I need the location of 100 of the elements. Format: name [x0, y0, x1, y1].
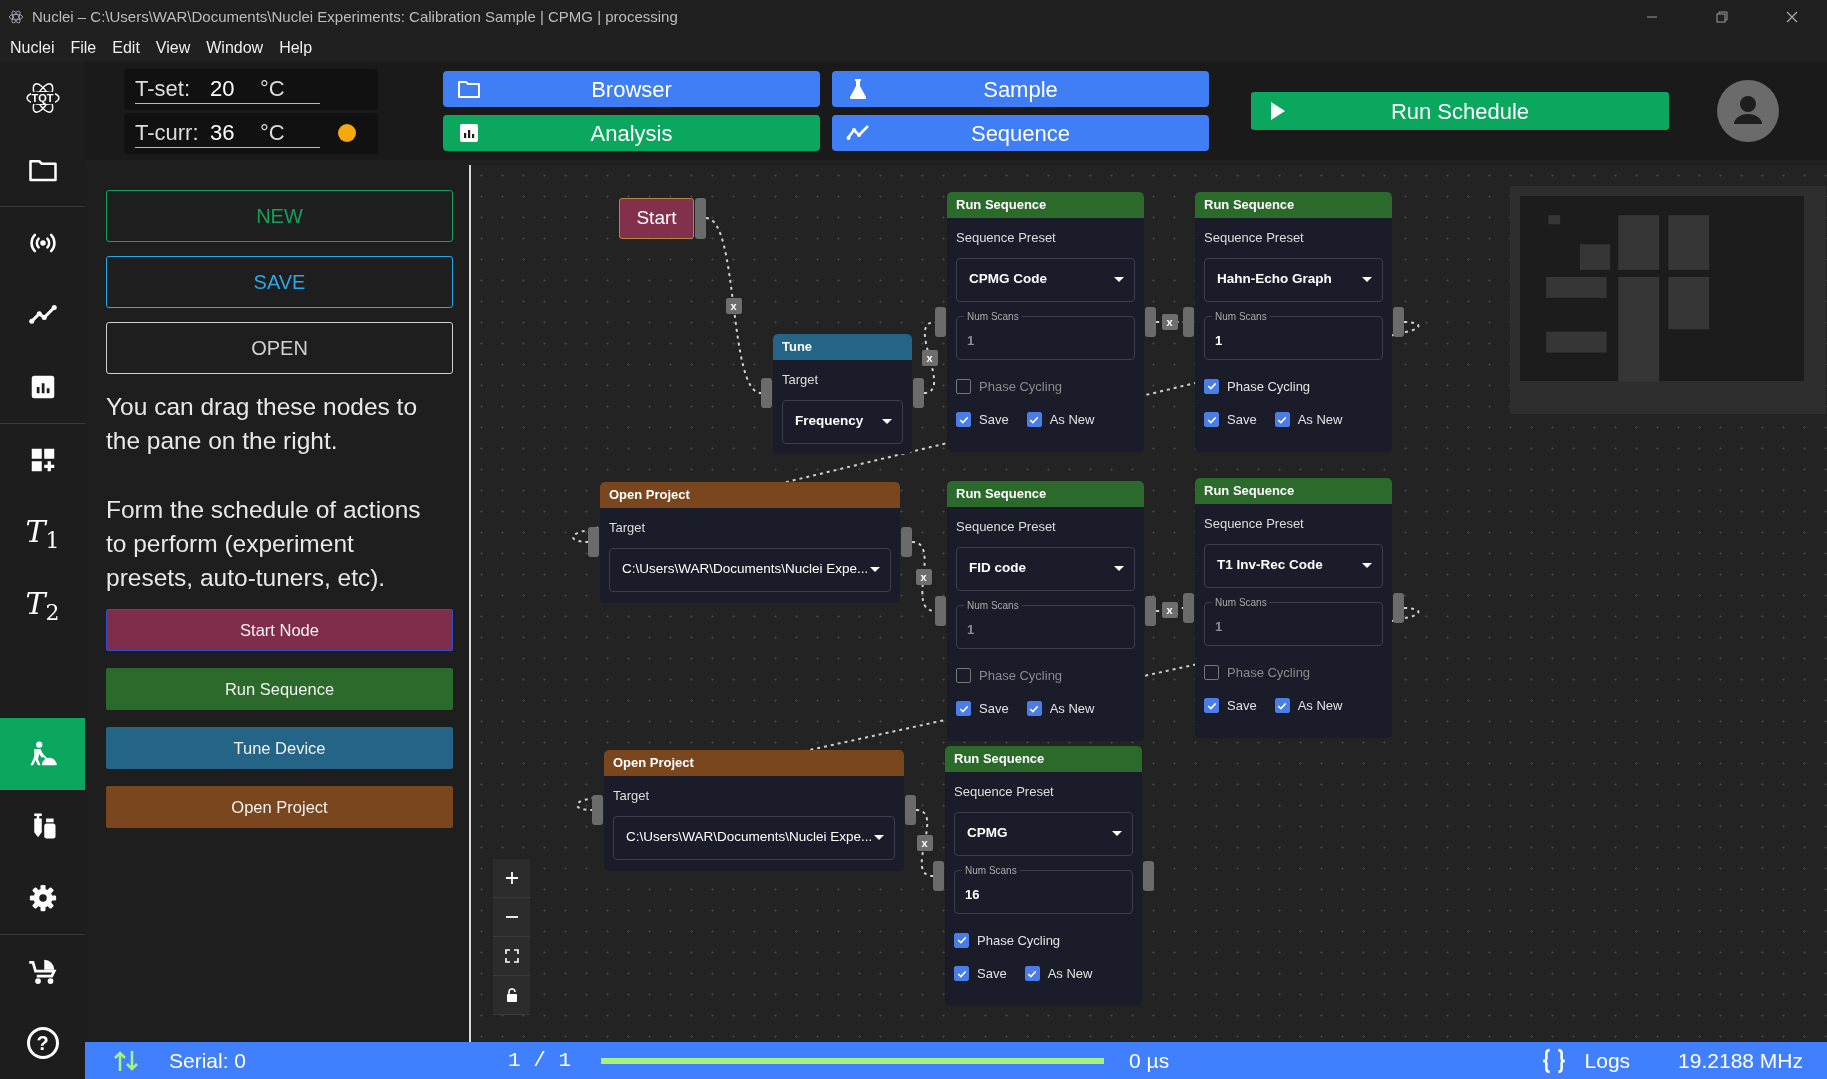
nav-button[interactable]: Sample — [832, 71, 1209, 107]
help-text: You can drag these nodes to the pane on the right. — [106, 392, 419, 456]
caret-icon — [882, 419, 892, 424]
open-button[interactable]: OPEN — [106, 322, 453, 374]
connection-handle[interactable] — [913, 378, 924, 408]
checkbox[interactable] — [1274, 698, 1290, 714]
target-dropdown[interactable]: C:\Users\WAR\Documents\Nuclei Expe... — [613, 815, 895, 860]
connection-handle[interactable] — [935, 596, 946, 626]
app-icon — [8, 9, 24, 25]
nav-button[interactable]: Sequence — [832, 115, 1209, 151]
help-text: Form the schedule of actions to perform (experiment presets, auto-tuners, etc). — [106, 495, 422, 593]
node-palette-button[interactable]: Open Project — [106, 786, 453, 828]
menu-item[interactable]: Help — [271, 36, 321, 60]
connection-handle[interactable] — [1143, 861, 1154, 891]
node-palette-button[interactable]: Start Node — [106, 609, 453, 651]
menu-item[interactable]: View — [147, 36, 199, 60]
connection-handle[interactable] — [1183, 593, 1194, 623]
remove-connector-button[interactable]: x — [1161, 601, 1178, 618]
checkbox[interactable] — [1026, 701, 1042, 717]
serial-status: Serial: 0 — [169, 1047, 247, 1074]
connection-handle[interactable] — [1183, 307, 1194, 337]
num-scans-input[interactable]: 16 — [965, 879, 1122, 909]
rail-item[interactable]: ? — [0, 1007, 85, 1079]
connection-handle[interactable] — [935, 307, 946, 337]
logs-button[interactable]: Logs — [1584, 1044, 1631, 1077]
new-button[interactable]: NEW — [106, 190, 453, 242]
num-scans-field[interactable]: Num Scans 1 — [1204, 597, 1383, 646]
braces-icon[interactable] — [1540, 1047, 1567, 1074]
num-scans-input[interactable]: 1 — [1215, 325, 1372, 355]
connection-handle[interactable] — [588, 527, 599, 557]
logo-text: TQT — [30, 92, 55, 104]
num-scans-input[interactable]: 1 — [1215, 611, 1372, 641]
checkbox[interactable] — [1274, 412, 1290, 428]
menu-item[interactable]: Window — [198, 36, 272, 60]
floating-label: Num Scans — [966, 311, 1020, 322]
menu-item[interactable]: File — [62, 36, 105, 60]
field-label: Sequence Preset — [956, 518, 1056, 536]
field-label: Target — [609, 519, 646, 537]
nav-button[interactable]: Browser — [443, 71, 820, 107]
preset-dropdown[interactable]: CPMG Code — [956, 257, 1135, 302]
close-icon — [1784, 9, 1800, 25]
avatar-icon[interactable] — [1717, 80, 1779, 142]
connection-handle[interactable] — [592, 795, 603, 825]
rail-item[interactable]: T$_{1}$ — [0, 496, 85, 568]
checkbox[interactable] — [956, 412, 971, 428]
num-scans-field[interactable]: Num Scans 1 — [956, 600, 1135, 649]
num-scans-input[interactable]: 1 — [967, 614, 1124, 644]
connection-handle[interactable] — [1393, 593, 1404, 623]
preset-dropdown[interactable]: T1 Inv-Rec Code — [1204, 543, 1383, 588]
connection-handle[interactable] — [1145, 596, 1156, 626]
connection-handle[interactable] — [761, 378, 772, 408]
remove-connector-button[interactable]: x — [921, 349, 938, 366]
remove-connector-button[interactable]: x — [725, 297, 742, 314]
checkbox[interactable] — [1204, 664, 1219, 680]
connection-handle[interactable] — [1393, 307, 1404, 337]
checkbox[interactable] — [954, 932, 969, 948]
target-dropdown[interactable]: C:\Users\WAR\Documents\Nuclei Expe... — [609, 547, 891, 592]
connection-handle[interactable] — [1145, 307, 1156, 337]
checkbox[interactable] — [956, 667, 971, 683]
num-scans-field[interactable]: Num Scans 1 — [1204, 311, 1383, 360]
temperature-value[interactable]: 36 — [210, 116, 260, 149]
caret-icon — [1362, 563, 1372, 568]
fullscreen-icon — [503, 948, 520, 964]
checkbox-label: Phase Cycling — [1227, 377, 1311, 396]
floating-label: Num Scans — [964, 865, 1018, 876]
preset-dropdown[interactable]: CPMG — [954, 811, 1133, 856]
checkbox[interactable] — [956, 701, 971, 717]
rail-item[interactable]: T$_{2}$ — [0, 568, 85, 640]
num-scans-field[interactable]: Num Scans 1 — [956, 311, 1135, 360]
connection-handle[interactable] — [905, 795, 916, 825]
preset-dropdown[interactable]: Hahn-Echo Graph — [1204, 257, 1383, 302]
checkbox[interactable] — [1204, 412, 1219, 428]
connection-handle[interactable] — [901, 527, 912, 557]
num-scans-field[interactable]: Num Scans 16 — [954, 865, 1133, 914]
checkbox[interactable] — [954, 966, 969, 982]
temperature-value[interactable]: 20 — [210, 72, 260, 105]
start-node[interactable]: Start — [619, 198, 694, 239]
node-palette-button[interactable]: Tune Device — [106, 727, 453, 769]
node-palette-button[interactable]: Run Sequence — [106, 668, 453, 710]
checkbox[interactable] — [956, 378, 971, 394]
connection-handle[interactable] — [695, 198, 706, 239]
bar-chart-icon — [457, 121, 481, 145]
remove-connector-button[interactable]: x — [1161, 314, 1178, 330]
checkbox[interactable] — [1204, 378, 1219, 394]
preset-dropdown[interactable]: FID code — [956, 546, 1135, 591]
caret-icon — [870, 567, 880, 572]
checkbox[interactable] — [1204, 698, 1219, 714]
checkbox[interactable] — [1026, 412, 1042, 428]
checkbox[interactable] — [1024, 966, 1040, 982]
connection-handle[interactable] — [933, 861, 944, 891]
menu-item[interactable]: Edit — [104, 36, 148, 60]
remove-connector-button[interactable]: x — [915, 568, 932, 585]
remove-connector-button[interactable]: x — [916, 835, 933, 851]
target-dropdown[interactable]: Frequency — [782, 399, 903, 444]
num-scans-input[interactable]: 1 — [967, 325, 1124, 355]
checkbox-label: Phase Cycling — [1227, 663, 1311, 682]
checkbox-label: Save — [979, 700, 1009, 718]
menu-item[interactable]: Nuclei — [2, 36, 63, 60]
save-button[interactable]: SAVE — [106, 256, 453, 308]
duration-text: 0 µs — [1129, 1047, 1170, 1074]
